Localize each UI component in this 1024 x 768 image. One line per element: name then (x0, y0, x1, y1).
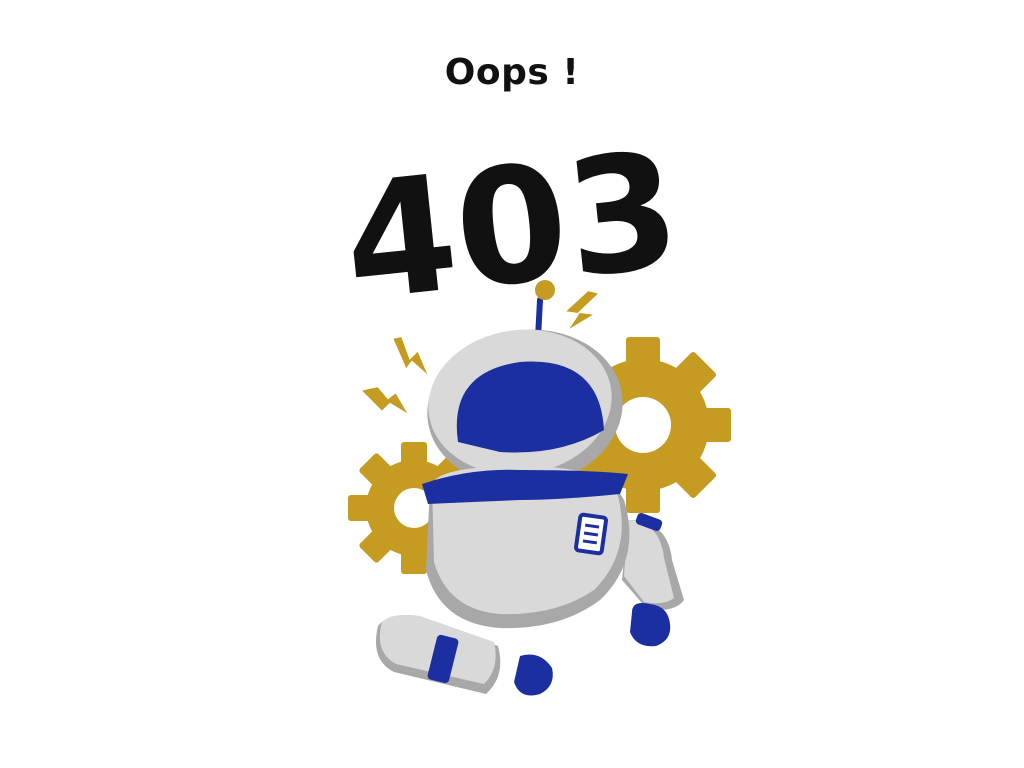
lightning-bolt-icon (358, 384, 411, 417)
error-illustration: 403 (333, 113, 731, 696)
error-code: 403 (336, 116, 688, 337)
error-code-group: 403 (333, 113, 691, 340)
lightning-bolt-icon (390, 334, 431, 379)
error-page: Oops ! 403 (0, 0, 1024, 768)
